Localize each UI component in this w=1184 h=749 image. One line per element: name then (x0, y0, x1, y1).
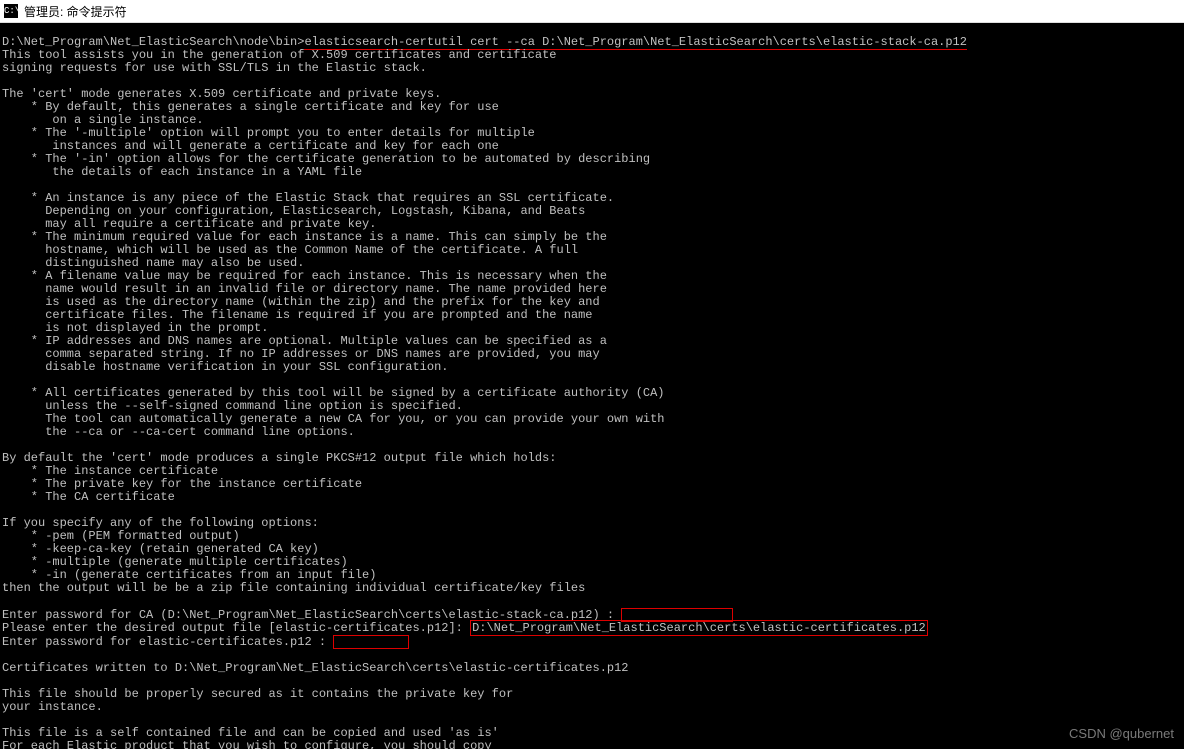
window-titlebar: C:\ 管理员: 命令提示符 (0, 0, 1184, 23)
output-line: For each Elastic product that you wish t… (2, 740, 1182, 749)
cmd-icon: C:\ (4, 4, 18, 18)
terminal-output[interactable]: D:\Net_Program\Net_ElasticSearch\node\bi… (0, 23, 1184, 749)
output-line: signing requests for use with SSL/TLS in… (2, 62, 1182, 75)
p12-password-highlight (333, 635, 409, 649)
output-line: your instance. (2, 701, 1182, 714)
output-file-prompt: Please enter the desired output file [el… (2, 622, 1182, 635)
output-file-highlight: D:\Net_Program\Net_ElasticSearch\certs\e… (470, 620, 928, 636)
output-line: * The private key for the instance certi… (2, 478, 1182, 491)
output-line: the details of each instance in a YAML f… (2, 166, 1182, 179)
output-line (2, 595, 1182, 608)
output-line: This file should be properly secured as … (2, 688, 1182, 701)
output-line: the --ca or --ca-cert command line optio… (2, 426, 1182, 439)
output-line: disable hostname verification in your SS… (2, 361, 1182, 374)
output-line: * The CA certificate (2, 491, 1182, 504)
output-line: Certificates written to D:\Net_Program\N… (2, 662, 1182, 675)
prompt-path: D:\Net_Program\Net_ElasticSearch\node\bi… (2, 35, 304, 49)
p12-password-prompt: Enter password for elastic-certificates.… (2, 635, 1182, 649)
output-line: then the output will be be a zip file co… (2, 582, 1182, 595)
window-title: 管理员: 命令提示符 (24, 3, 127, 20)
